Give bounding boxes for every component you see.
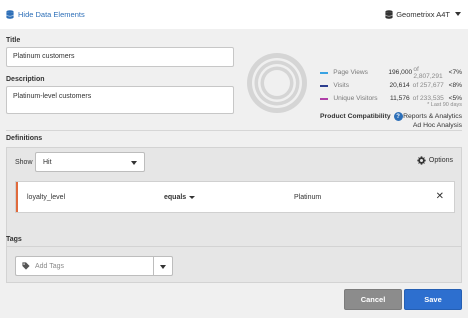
compatibility-label-group: Product Compatibility ? bbox=[320, 112, 403, 121]
database-icon bbox=[385, 9, 393, 19]
metric-percent: <5% bbox=[448, 95, 462, 102]
tag-icon bbox=[22, 262, 30, 270]
metric-count: 196,000 bbox=[388, 69, 413, 76]
description-label: Description bbox=[6, 76, 45, 83]
report-suite-name: Geometrixx A4T bbox=[396, 9, 450, 19]
definitions-label: Definitions bbox=[6, 135, 43, 142]
metric-total: of 2,807,291 bbox=[413, 65, 443, 80]
rule-drag-handle[interactable] bbox=[16, 182, 18, 212]
options-label: Options bbox=[428, 157, 453, 164]
rule-operator-select[interactable]: equals bbox=[164, 193, 196, 202]
compatibility-label: Product Compatibility bbox=[320, 113, 391, 120]
metric-row-page-views: Page Views 196,000 of 2,807,291 <7% bbox=[320, 65, 462, 80]
metric-total: of 257,677 bbox=[412, 82, 444, 89]
tags-dropdown-button[interactable] bbox=[153, 256, 173, 276]
hide-data-elements-label: Hide Data Elements bbox=[18, 9, 85, 19]
tags-input[interactable]: Add Tags bbox=[15, 256, 153, 276]
metric-name: Page Views bbox=[333, 69, 368, 76]
close-icon[interactable]: ✕ bbox=[436, 191, 444, 202]
tags-label: Tags bbox=[6, 236, 22, 243]
metric-percent: <8% bbox=[448, 82, 462, 89]
segment-editor: Title Platinum customers Description Pla… bbox=[0, 29, 468, 318]
metric-name: Unique Visitors bbox=[333, 95, 378, 102]
description-input[interactable]: Platinum-level customers bbox=[6, 86, 234, 114]
metric-count: 11,576 bbox=[389, 95, 410, 102]
chevron-down-icon bbox=[131, 161, 137, 165]
rule-dimension: loyalty_level bbox=[27, 194, 66, 201]
metric-count: 20,614 bbox=[389, 82, 410, 89]
show-label: Show bbox=[15, 159, 33, 166]
hide-data-elements-link[interactable]: Hide Data Elements bbox=[6, 8, 85, 20]
metric-name: Visits bbox=[333, 82, 350, 89]
options-button[interactable]: Options bbox=[417, 156, 453, 165]
chevron-down-icon bbox=[160, 265, 166, 269]
product-compatibility: Product Compatibility ? Reports & Analyt… bbox=[320, 112, 462, 132]
compatibility-value: Reports & Analytics Ad Hoc Analysis bbox=[403, 112, 462, 130]
report-suite-selector[interactable]: Geometrixx A4T bbox=[385, 8, 461, 20]
metric-summary: Page Views 196,000 of 2,807,291 <7% Visi… bbox=[320, 66, 462, 105]
definitions-panel: Show Hit Options loyalty_level equals Pl… bbox=[6, 147, 462, 251]
container-select-value: Hit bbox=[43, 158, 52, 166]
chevron-down-icon bbox=[189, 196, 196, 199]
metric-row-visits: Visits 20,614 of 257,677 <8% bbox=[320, 79, 462, 92]
rule-operator: equals bbox=[164, 194, 187, 201]
save-button[interactable]: Save bbox=[404, 289, 462, 310]
tags-placeholder: Add Tags bbox=[35, 262, 65, 270]
compatibility-product: Ad Hoc Analysis bbox=[412, 122, 462, 129]
metrics-note: * Last 90 days bbox=[427, 102, 462, 108]
title-input[interactable]: Platinum customers bbox=[6, 47, 234, 67]
chevron-down-icon bbox=[455, 12, 461, 16]
cancel-button[interactable]: Cancel bbox=[344, 289, 402, 310]
series-swatch bbox=[320, 71, 329, 74]
tags-panel: Add Tags bbox=[6, 246, 462, 283]
gear-icon bbox=[417, 156, 426, 165]
title-label: Title bbox=[6, 37, 21, 44]
series-swatch bbox=[320, 97, 329, 100]
series-swatch bbox=[320, 84, 329, 87]
top-bar: Hide Data Elements Geometrixx A4T bbox=[0, 0, 468, 29]
divider bbox=[6, 130, 462, 131]
segment-summary-rings bbox=[247, 53, 307, 113]
rule-row[interactable]: loyalty_level equals Platinum ✕ bbox=[15, 181, 455, 213]
compatibility-product: Reports & Analytics bbox=[403, 113, 462, 120]
metric-total: of 233,535 bbox=[412, 95, 444, 102]
rule-value[interactable]: Platinum bbox=[294, 193, 321, 202]
container-select[interactable]: Hit bbox=[35, 152, 145, 172]
database-icon bbox=[6, 9, 14, 19]
metric-percent: <7% bbox=[448, 69, 462, 76]
help-icon[interactable]: ? bbox=[393, 112, 403, 121]
